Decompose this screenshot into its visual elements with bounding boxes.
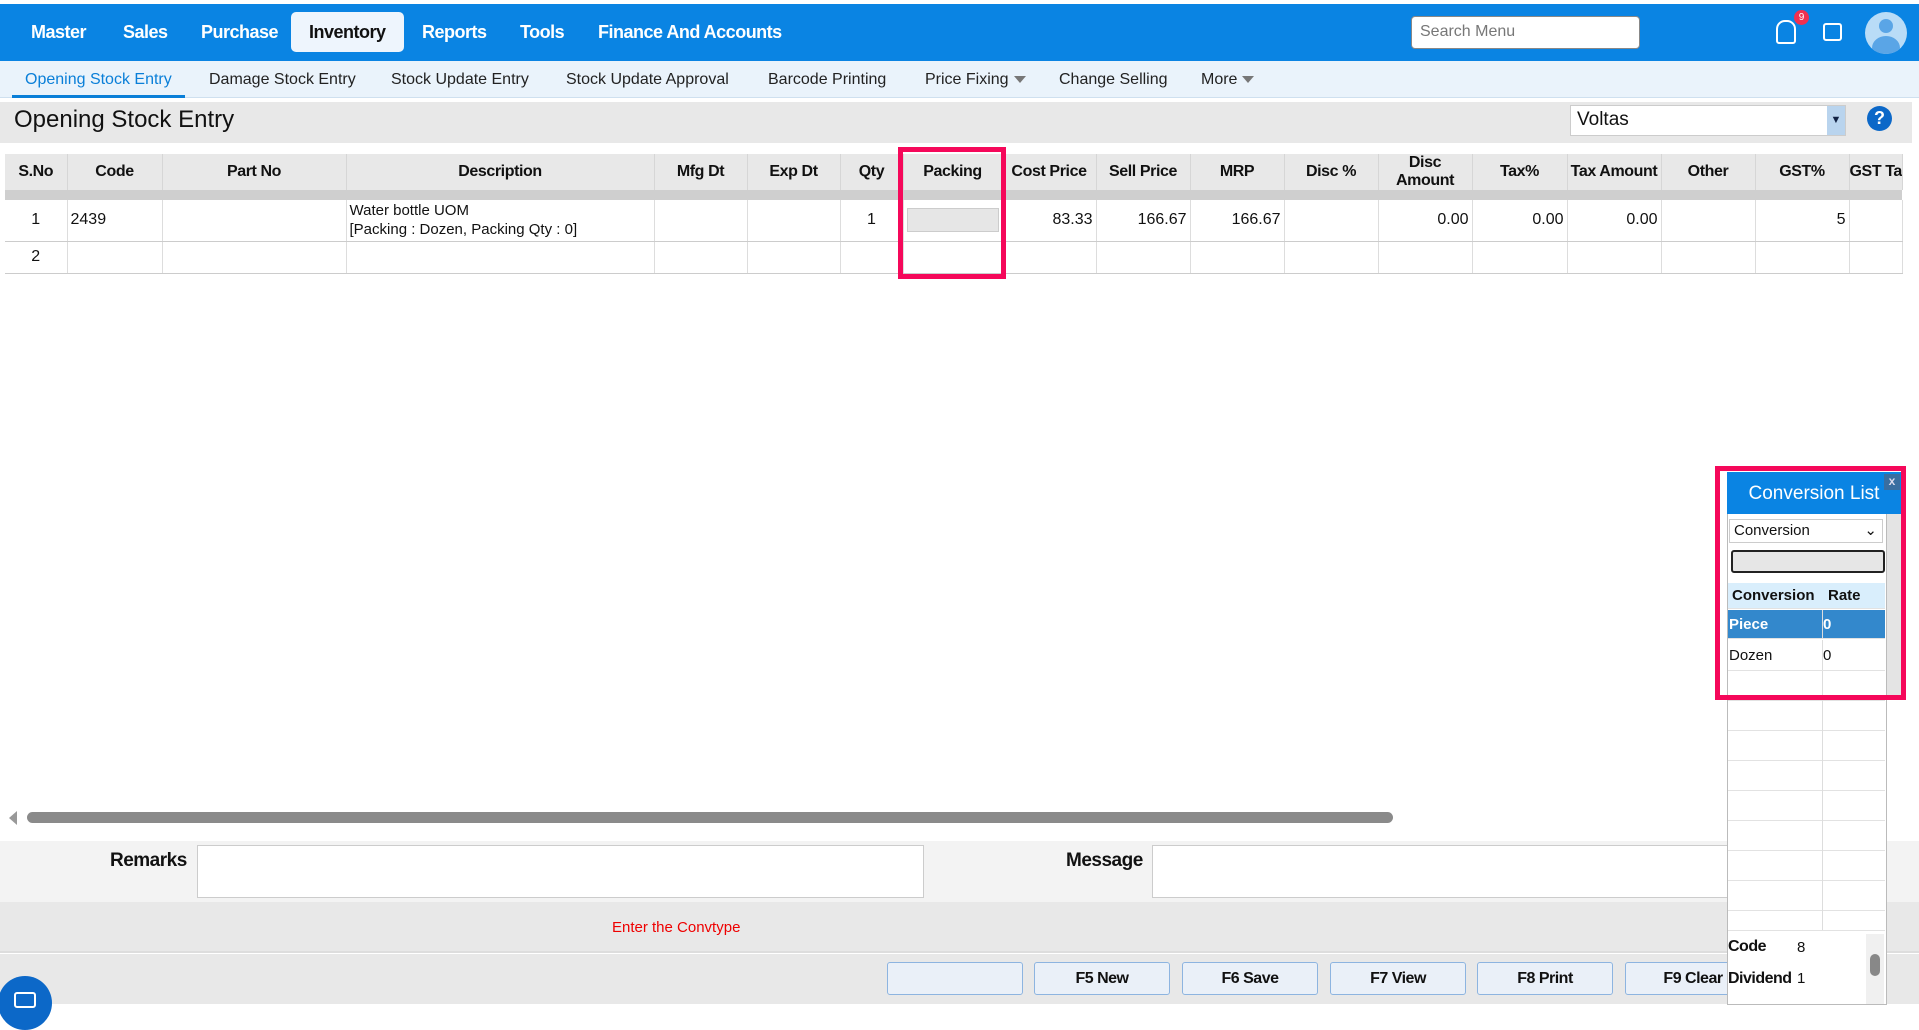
nav-inventory[interactable]: Inventory <box>291 12 404 52</box>
nav-finance[interactable]: Finance And Accounts <box>580 12 800 52</box>
company-value: Voltas <box>1577 109 1629 130</box>
cell-disc-amount[interactable]: 0.00 <box>1378 200 1473 242</box>
cell-exp-dt[interactable] <box>747 200 841 242</box>
col-tax-amount: Tax Amount <box>1567 154 1662 190</box>
notification-badge: 9 <box>1794 10 1809 25</box>
col-sno: S.No <box>5 154 68 190</box>
col-disc-pct: Disc % <box>1284 154 1379 190</box>
col-tax-pct: Tax% <box>1472 154 1568 190</box>
col-gst-tax: GST Ta <box>1849 154 1903 190</box>
col-other: Other <box>1661 154 1756 190</box>
cell-cost-price[interactable]: 83.33 <box>1002 200 1097 242</box>
dividend-input[interactable]: 1 <box>1794 965 1864 993</box>
tab-damage-stock-entry[interactable]: Damage Stock Entry <box>209 61 356 98</box>
col-qty: Qty <box>840 154 904 190</box>
cell-code[interactable]: 2439 <box>67 200 163 242</box>
remarks-textarea[interactable] <box>197 845 924 898</box>
cell-sno: 2 <box>5 241 68 274</box>
blank-button[interactable] <box>887 962 1023 995</box>
nav-sales[interactable]: Sales <box>105 12 186 52</box>
print-icon[interactable] <box>1823 23 1842 41</box>
tab-more[interactable]: More <box>1201 61 1255 98</box>
cell-mrp[interactable]: 166.67 <box>1190 200 1285 242</box>
tab-price-fixing[interactable]: Price Fixing <box>925 61 1026 98</box>
dividend-label: Dividend <box>1728 970 1792 987</box>
cell-gst-tax[interactable] <box>1849 200 1903 242</box>
view-button[interactable]: F7 View <box>1330 962 1466 995</box>
cell-description[interactable]: Water bottle UOM [Packing : Dozen, Packin… <box>346 200 655 242</box>
cell-tax-amount[interactable]: 0.00 <box>1567 200 1662 242</box>
code-label: Code <box>1728 938 1767 955</box>
cell-gst-pct[interactable]: 5 <box>1755 200 1850 242</box>
tab-change-selling[interactable]: Change Selling <box>1059 61 1168 98</box>
remarks-label: Remarks <box>110 850 187 871</box>
cell-sell-price[interactable]: 166.67 <box>1096 200 1191 242</box>
col-sell-price: Sell Price <box>1096 154 1191 190</box>
help-icon[interactable]: ? <box>1867 106 1892 131</box>
scroll-left-icon[interactable] <box>9 811 17 825</box>
status-bar <box>0 902 1919 953</box>
col-cost-price: Cost Price <box>1002 154 1097 190</box>
nav-master[interactable]: Master <box>13 12 104 52</box>
horizontal-scrollbar[interactable] <box>27 812 1393 823</box>
col-exp-dt: Exp Dt <box>747 154 841 190</box>
nav-purchase[interactable]: Purchase <box>183 12 296 52</box>
caret-down-icon <box>1013 76 1026 84</box>
packing-highlight <box>898 147 1006 279</box>
tab-opening-stock-entry[interactable]: Opening Stock Entry <box>12 61 185 98</box>
packing-info: [Packing : Dozen, Packing Qty : 0] <box>349 221 578 239</box>
cell-other[interactable] <box>1661 200 1756 242</box>
col-part-no: Part No <box>162 154 347 190</box>
nav-reports[interactable]: Reports <box>404 12 505 52</box>
bell-icon[interactable] <box>1776 20 1796 44</box>
dropdown-arrow-icon[interactable]: ▼ <box>1827 106 1845 135</box>
tab-barcode-printing[interactable]: Barcode Printing <box>768 61 886 98</box>
cell-tax-pct[interactable]: 0.00 <box>1472 200 1568 242</box>
status-message: Enter the Convtype <box>612 919 741 936</box>
panel-scrollbar[interactable] <box>1866 934 1884 1004</box>
col-mrp: MRP <box>1190 154 1285 190</box>
col-description: Description <box>346 154 655 190</box>
page-title: Opening Stock Entry <box>14 106 235 133</box>
sub-nav: Opening Stock Entry Damage Stock Entry S… <box>0 61 1919 98</box>
save-button[interactable]: F6 Save <box>1182 962 1318 995</box>
description-text: Water bottle UOM <box>349 202 469 220</box>
conversion-empty-rows <box>1728 671 1885 931</box>
avatar[interactable] <box>1865 12 1907 54</box>
company-select[interactable]: Voltas ▼ <box>1570 105 1846 136</box>
message-textarea[interactable] <box>1152 845 1732 898</box>
cell-qty[interactable]: 1 <box>840 200 904 242</box>
col-gst-pct: GST% <box>1755 154 1850 190</box>
cell-part-no[interactable] <box>162 200 347 242</box>
conversion-highlight <box>1715 466 1906 700</box>
tab-label: Price Fixing <box>925 71 1009 88</box>
tab-stock-update-entry[interactable]: Stock Update Entry <box>391 61 529 98</box>
caret-down-icon <box>1242 76 1255 84</box>
cell-disc-pct[interactable] <box>1284 200 1379 242</box>
col-disc-amount: Disc Amount <box>1378 154 1473 190</box>
nav-tools[interactable]: Tools <box>502 12 582 52</box>
search-menu-input[interactable]: Search Menu <box>1411 16 1640 49</box>
col-code: Code <box>67 154 163 190</box>
cell-sno: 1 <box>5 200 68 242</box>
chat-icon[interactable] <box>0 976 52 1030</box>
tab-label: More <box>1201 71 1238 88</box>
print-button[interactable]: F8 Print <box>1477 962 1613 995</box>
col-mfg-dt: Mfg Dt <box>654 154 748 190</box>
tab-stock-update-approval[interactable]: Stock Update Approval <box>566 61 729 98</box>
new-button[interactable]: F5 New <box>1034 962 1170 995</box>
message-label: Message <box>1066 850 1143 871</box>
cell-mfg-dt[interactable] <box>654 200 748 242</box>
code-input[interactable]: 8 <box>1794 934 1864 962</box>
